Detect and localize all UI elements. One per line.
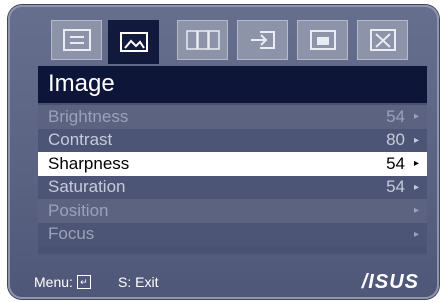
menu-item-brightness[interactable]: Brightness 54 ▸ <box>38 105 427 129</box>
tab-input-select[interactable] <box>237 20 288 60</box>
tab-splendid[interactable] <box>51 20 102 60</box>
arrow-right-icon: ▸ <box>413 228 419 240</box>
menu-item-label: Focus <box>48 224 95 244</box>
color-icon <box>185 30 220 50</box>
menu-item-label: Contrast <box>48 130 113 150</box>
menu-item-label: Position <box>48 200 109 220</box>
splendid-icon <box>62 29 91 51</box>
menu-item-label: Brightness <box>48 106 129 126</box>
tab-system-setup[interactable] <box>357 20 408 60</box>
arrow-right-icon: ▸ <box>413 181 419 193</box>
footer: Menu: ↵ S: Exit /ISUS <box>8 271 439 295</box>
osd-menu: Image Brightness 54 ▸ Contrast 80 ▸ Shar… <box>8 5 439 299</box>
exit-hint: S: Exit <box>118 274 159 290</box>
page-title: Image <box>48 70 115 97</box>
menu-item-label: Saturation <box>48 177 126 197</box>
menu-item-value: 54 <box>386 177 405 197</box>
menu-item-saturation[interactable]: Saturation 54 ▸ <box>38 175 427 199</box>
tab-pip[interactable] <box>297 20 348 60</box>
arrow-right-icon: ▸ <box>413 158 419 170</box>
enter-icon: ↵ <box>76 275 91 289</box>
menu-item-contrast[interactable]: Contrast 80 ▸ <box>38 128 427 152</box>
arrow-right-icon: ▸ <box>413 205 419 217</box>
menu-item-position[interactable]: Position ▸ <box>38 199 427 223</box>
arrow-right-icon: ▸ <box>413 134 419 146</box>
tab-image[interactable] <box>108 20 159 64</box>
tab-color[interactable] <box>177 20 228 60</box>
asus-logo: /ISUS <box>361 271 419 293</box>
pip-icon <box>309 30 336 50</box>
menu-item-value: 54 <box>386 106 405 126</box>
menu-item-value: 80 <box>386 130 405 150</box>
menu-item-value: 54 <box>386 153 405 173</box>
arrow-right-icon: ▸ <box>413 111 419 123</box>
menu-items: Brightness 54 ▸ Contrast 80 ▸ Sharpness … <box>38 105 427 246</box>
input-select-icon <box>250 31 275 49</box>
menu-item-focus[interactable]: Focus ▸ <box>38 222 427 246</box>
title-bar: Image <box>38 66 427 103</box>
tools-icon <box>369 29 396 51</box>
menu-hint-label: Menu: <box>34 274 73 290</box>
menu-item-sharpness[interactable]: Sharpness 54 ▸ <box>38 152 427 176</box>
menu-panel: Image Brightness 54 ▸ Contrast 80 ▸ Shar… <box>38 66 427 254</box>
menu-hint: Menu: ↵ <box>34 274 91 290</box>
image-icon <box>119 32 148 52</box>
menu-item-label: Sharpness <box>48 153 130 173</box>
